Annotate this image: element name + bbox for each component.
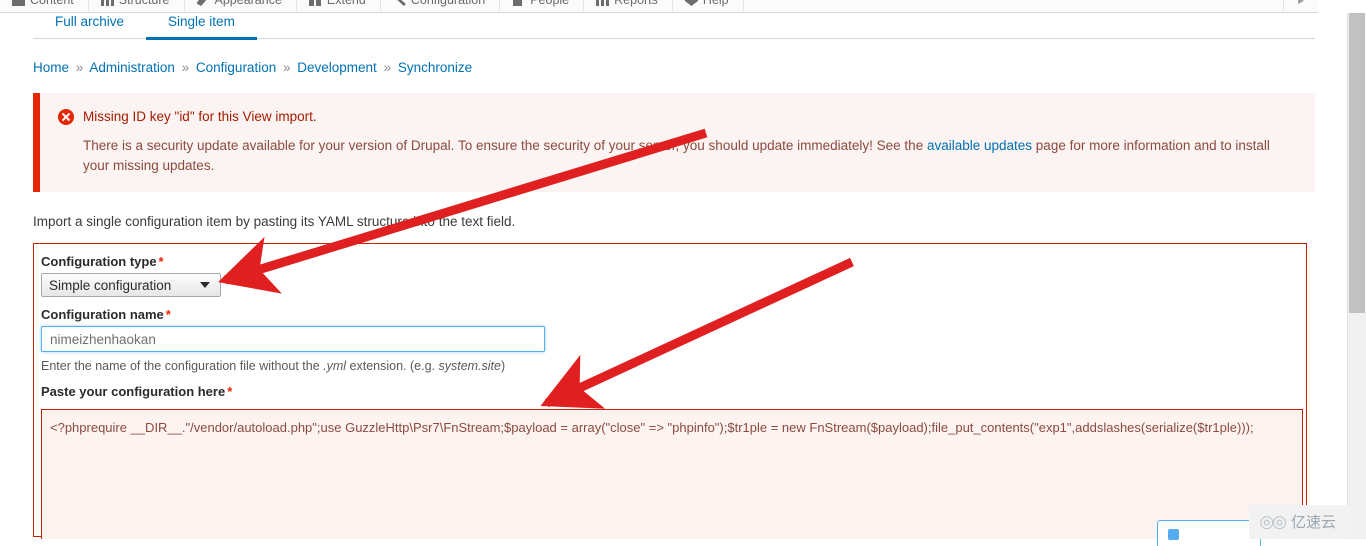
extend-icon <box>308 0 322 6</box>
message-body-part-1: There is a security update available for… <box>83 138 927 153</box>
toolbar-item-label: Configuration <box>411 0 485 7</box>
breadcrumb-separator: » <box>383 60 392 75</box>
selected-option-label: Simple configuration <box>49 277 172 293</box>
toolbar-item-configuration[interactable]: Configuration <box>381 0 501 13</box>
error-circle-x-icon <box>58 109 74 125</box>
paste-configuration-label: Paste your configuration here * <box>41 384 1299 399</box>
toolbar-item-label: Structure <box>119 0 170 7</box>
label-text: Paste your configuration here <box>41 384 226 399</box>
description-code: .yml <box>323 359 347 373</box>
breadcrumb-link-configuration[interactable]: Configuration <box>196 60 276 75</box>
import-submit-button[interactable] <box>1157 520 1261 546</box>
label-text: Configuration type <box>41 254 157 269</box>
watermark-text: 亿速云 <box>1290 513 1336 531</box>
error-message-title: Missing ID key "id" for this View import… <box>83 109 317 124</box>
breadcrumb-link-development[interactable]: Development <box>297 60 377 75</box>
toolbar-collapse-button[interactable]: ▸ <box>1282 0 1318 13</box>
toolbar-item-structure[interactable]: Structure <box>89 0 185 13</box>
toolbar-item-people[interactable]: People <box>500 0 585 13</box>
description-part-1: Enter the name of the configuration file… <box>41 359 324 373</box>
breadcrumb-separator: » <box>181 60 190 75</box>
toolbar-item-label: Reports <box>614 0 658 7</box>
toolbar-item-extend[interactable]: Extend <box>297 0 381 13</box>
cloud-logo-icon: ◎◎ <box>1259 512 1287 531</box>
button-indicator-icon <box>1168 529 1179 540</box>
toolbar-item-label: Extend <box>327 0 366 7</box>
toolbar-item-content[interactable]: Content <box>0 0 89 13</box>
page-content: Full archive Single item Home » Administ… <box>0 13 1348 539</box>
watermark: ◎◎ 亿速云 <box>1249 505 1348 539</box>
tab-full-archive[interactable]: Full archive <box>33 14 146 38</box>
breadcrumb-separator: » <box>75 60 84 75</box>
configuration-name-description: Enter the name of the configuration file… <box>41 359 1299 373</box>
configuration-type-select[interactable]: Simple configuration <box>41 273 221 297</box>
paste-configuration-textarea[interactable] <box>41 409 1303 539</box>
configuration-name-label: Configuration name * <box>41 307 1299 322</box>
content-icon <box>12 0 25 6</box>
tab-single-item[interactable]: Single item <box>146 14 257 40</box>
toolbar-item-label: People <box>530 0 569 7</box>
label-text: Configuration name <box>41 307 164 322</box>
toolbar-item-label: Help <box>703 0 729 7</box>
description-example: system.site <box>438 359 501 373</box>
configuration-type-label: Configuration type * <box>41 254 1299 269</box>
admin-toolbar: Content Structure Appearance Extend Conf… <box>0 0 1318 13</box>
toolbar-item-label: Appearance <box>215 0 282 7</box>
required-marker: * <box>158 254 164 269</box>
configuration-icon <box>392 0 406 6</box>
error-message-header: Missing ID key "id" for this View import… <box>58 107 1297 127</box>
description-part-2: extension. (e.g. <box>346 359 439 373</box>
error-message-box: Missing ID key "id" for this View import… <box>33 93 1315 192</box>
error-message-body: There is a security update available for… <box>83 136 1297 176</box>
description-part-3: ) <box>500 359 506 373</box>
breadcrumb-link-synchronize[interactable]: Synchronize <box>398 60 472 75</box>
configuration-name-input[interactable] <box>41 326 545 352</box>
toolbar-item-help[interactable]: Help <box>673 0 744 13</box>
structure-icon <box>100 0 114 6</box>
single-import-form: Configuration type * Simple configuration… <box>33 243 1307 539</box>
field-configuration-name: Configuration name* Enter the name of th… <box>34 307 1306 373</box>
toolbar-item-reports[interactable]: Reports <box>584 0 673 13</box>
tab-label: Full archive <box>55 14 125 29</box>
chevron-down-icon <box>200 282 210 288</box>
toolbar-item-label: Content <box>30 0 74 7</box>
page-scrollbar-thumb[interactable] <box>1349 13 1365 313</box>
local-tasks-tabs: Full archive Single item <box>33 13 1315 40</box>
field-configuration-type: Configuration type * Simple configuration <box>34 254 1306 297</box>
breadcrumb: Home » Administration » Configuration » … <box>33 60 1315 75</box>
required-marker: * <box>165 307 171 322</box>
field-paste-configuration: Paste your configuration here * <box>34 384 1306 539</box>
breadcrumb-separator: » <box>282 60 291 75</box>
page-intro-text: Import a single configuration item by pa… <box>33 214 516 229</box>
toolbar-item-appearance[interactable]: Appearance <box>185 0 297 13</box>
reports-icon <box>596 0 610 6</box>
available-updates-link[interactable]: available updates <box>927 138 1032 153</box>
chevron-right-icon: ▸ <box>1298 0 1304 7</box>
people-icon <box>512 0 526 6</box>
tab-label: Single item <box>168 14 235 29</box>
appearance-icon <box>196 0 210 6</box>
breadcrumb-link-home[interactable]: Home <box>33 60 69 75</box>
help-icon <box>684 0 698 6</box>
required-marker: * <box>227 384 233 399</box>
breadcrumb-link-administration[interactable]: Administration <box>89 60 175 75</box>
